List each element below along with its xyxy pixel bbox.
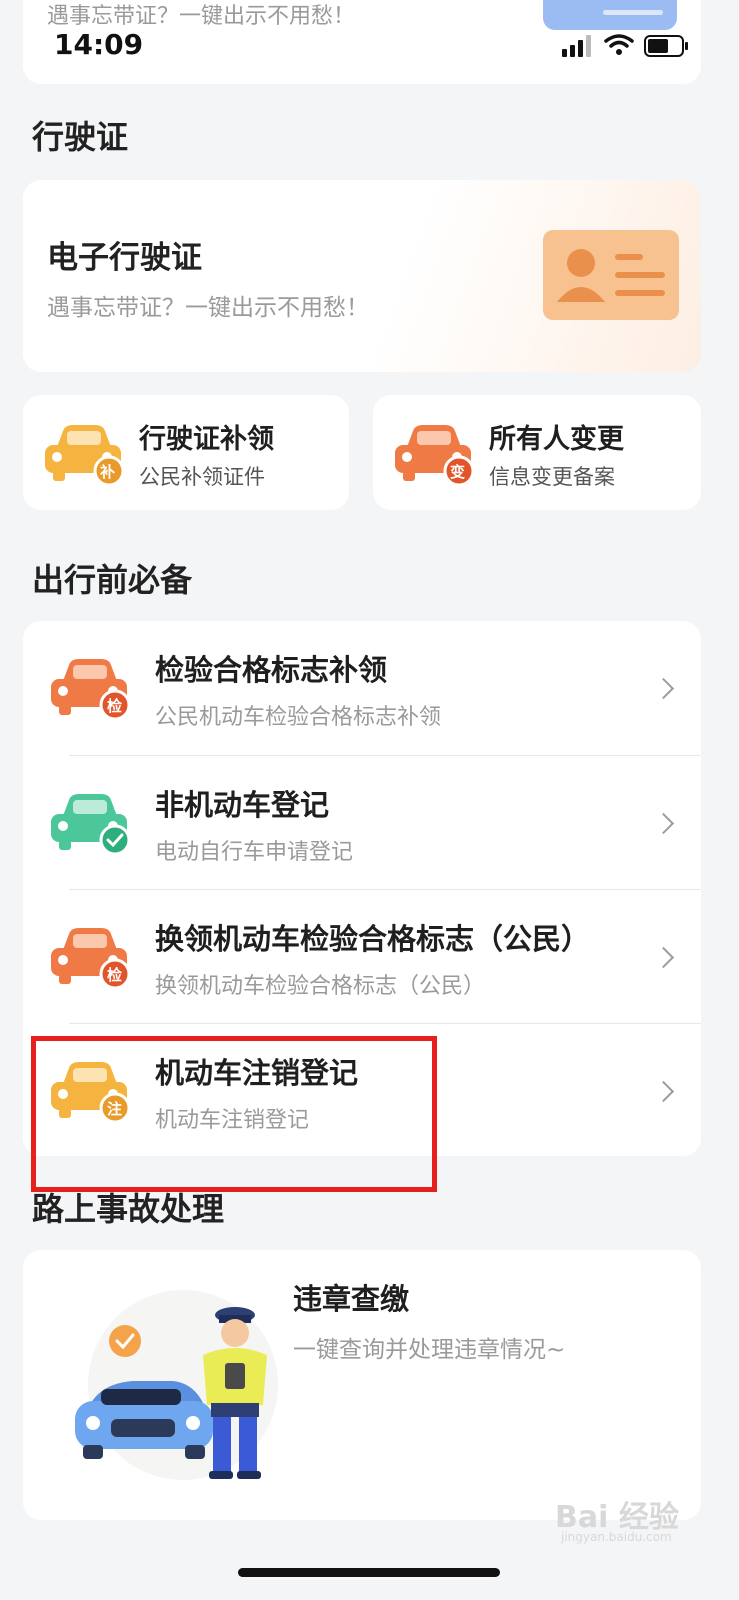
inspection-badge-text: 检	[107, 966, 123, 984]
chevron-right-icon	[652, 1080, 675, 1103]
quick-owner-change-title: 所有人变更	[489, 424, 624, 455]
e-license-card[interactable]: 电子行驶证 遇事忘带证？一键出示不用愁！	[23, 180, 701, 372]
violation-card[interactable]: 违章查缴 一键查询并处理违章情况~	[23, 1250, 701, 1520]
chevron-right-icon	[652, 677, 675, 700]
watermark-subtext: jingyan.baidu.com	[561, 1530, 672, 1544]
wifi-icon	[604, 34, 634, 55]
traffic-police-illustration	[75, 1290, 278, 1480]
item-title: 检验合格标志补领	[155, 653, 388, 687]
item-subtitle: 换领机动车检验合格标志（公民）	[155, 974, 486, 999]
quick-owner-change-card[interactable]: 变 所有人变更 信息变更备案	[373, 395, 701, 510]
e-license-title: 电子行驶证	[47, 240, 202, 276]
item-subtitle: 公民机动车检验合格标志补领	[155, 705, 442, 730]
quick-reissue-subtitle: 公民补领证件	[139, 465, 265, 489]
section-title-pretrip: 出行前必备	[32, 561, 193, 599]
highlight-box	[31, 1036, 437, 1192]
home-indicator[interactable]	[238, 1568, 500, 1577]
list-item-nonmotor-registration[interactable]: 非机动车登记 电动自行车申请登记	[23, 756, 701, 891]
violation-subtitle: 一键查询并处理违章情况~	[293, 1337, 566, 1363]
signal-icon	[562, 35, 591, 57]
item-title: 换领机动车检验合格标志（公民）	[155, 922, 591, 956]
quick-reissue-title: 行驶证补领	[139, 424, 274, 455]
chevron-right-icon	[652, 946, 675, 969]
violation-title: 违章查缴	[293, 1282, 410, 1316]
chevron-right-icon	[652, 812, 675, 835]
item-subtitle: 电动自行车申请登记	[155, 840, 354, 865]
reissue-badge-text: 补	[100, 463, 116, 481]
top-card-subtitle: 遇事忘带证？一键出示不用愁！	[47, 4, 356, 29]
section-title-accident: 路上事故处理	[32, 1190, 225, 1228]
license-card-icon	[543, 0, 677, 30]
quick-owner-change-subtitle: 信息变更备案	[489, 465, 615, 489]
list-item-inspection-exchange[interactable]: 检 换领机动车检验合格标志（公民） 换领机动车检验合格标志（公民）	[23, 890, 701, 1025]
inspection-badge-text: 检	[107, 697, 123, 715]
item-title: 非机动车登记	[155, 788, 330, 822]
quick-reissue-card[interactable]: 补 行驶证补领 公民补领证件	[23, 395, 349, 510]
change-badge-text: 变	[450, 463, 466, 481]
battery-icon	[644, 35, 688, 57]
baidu-watermark: Bai 经验 jingyan.baidu.com	[555, 1492, 725, 1550]
section-title-license: 行驶证	[32, 118, 129, 156]
list-item-inspection-reissue[interactable]: 检 检验合格标志补领 公民机动车检验合格标志补领	[23, 621, 701, 756]
car-check-icon	[51, 794, 131, 854]
id-card-icon	[543, 230, 679, 320]
status-time: 14:09	[54, 28, 144, 61]
e-license-subtitle: 遇事忘带证？一键出示不用愁！	[47, 295, 369, 321]
